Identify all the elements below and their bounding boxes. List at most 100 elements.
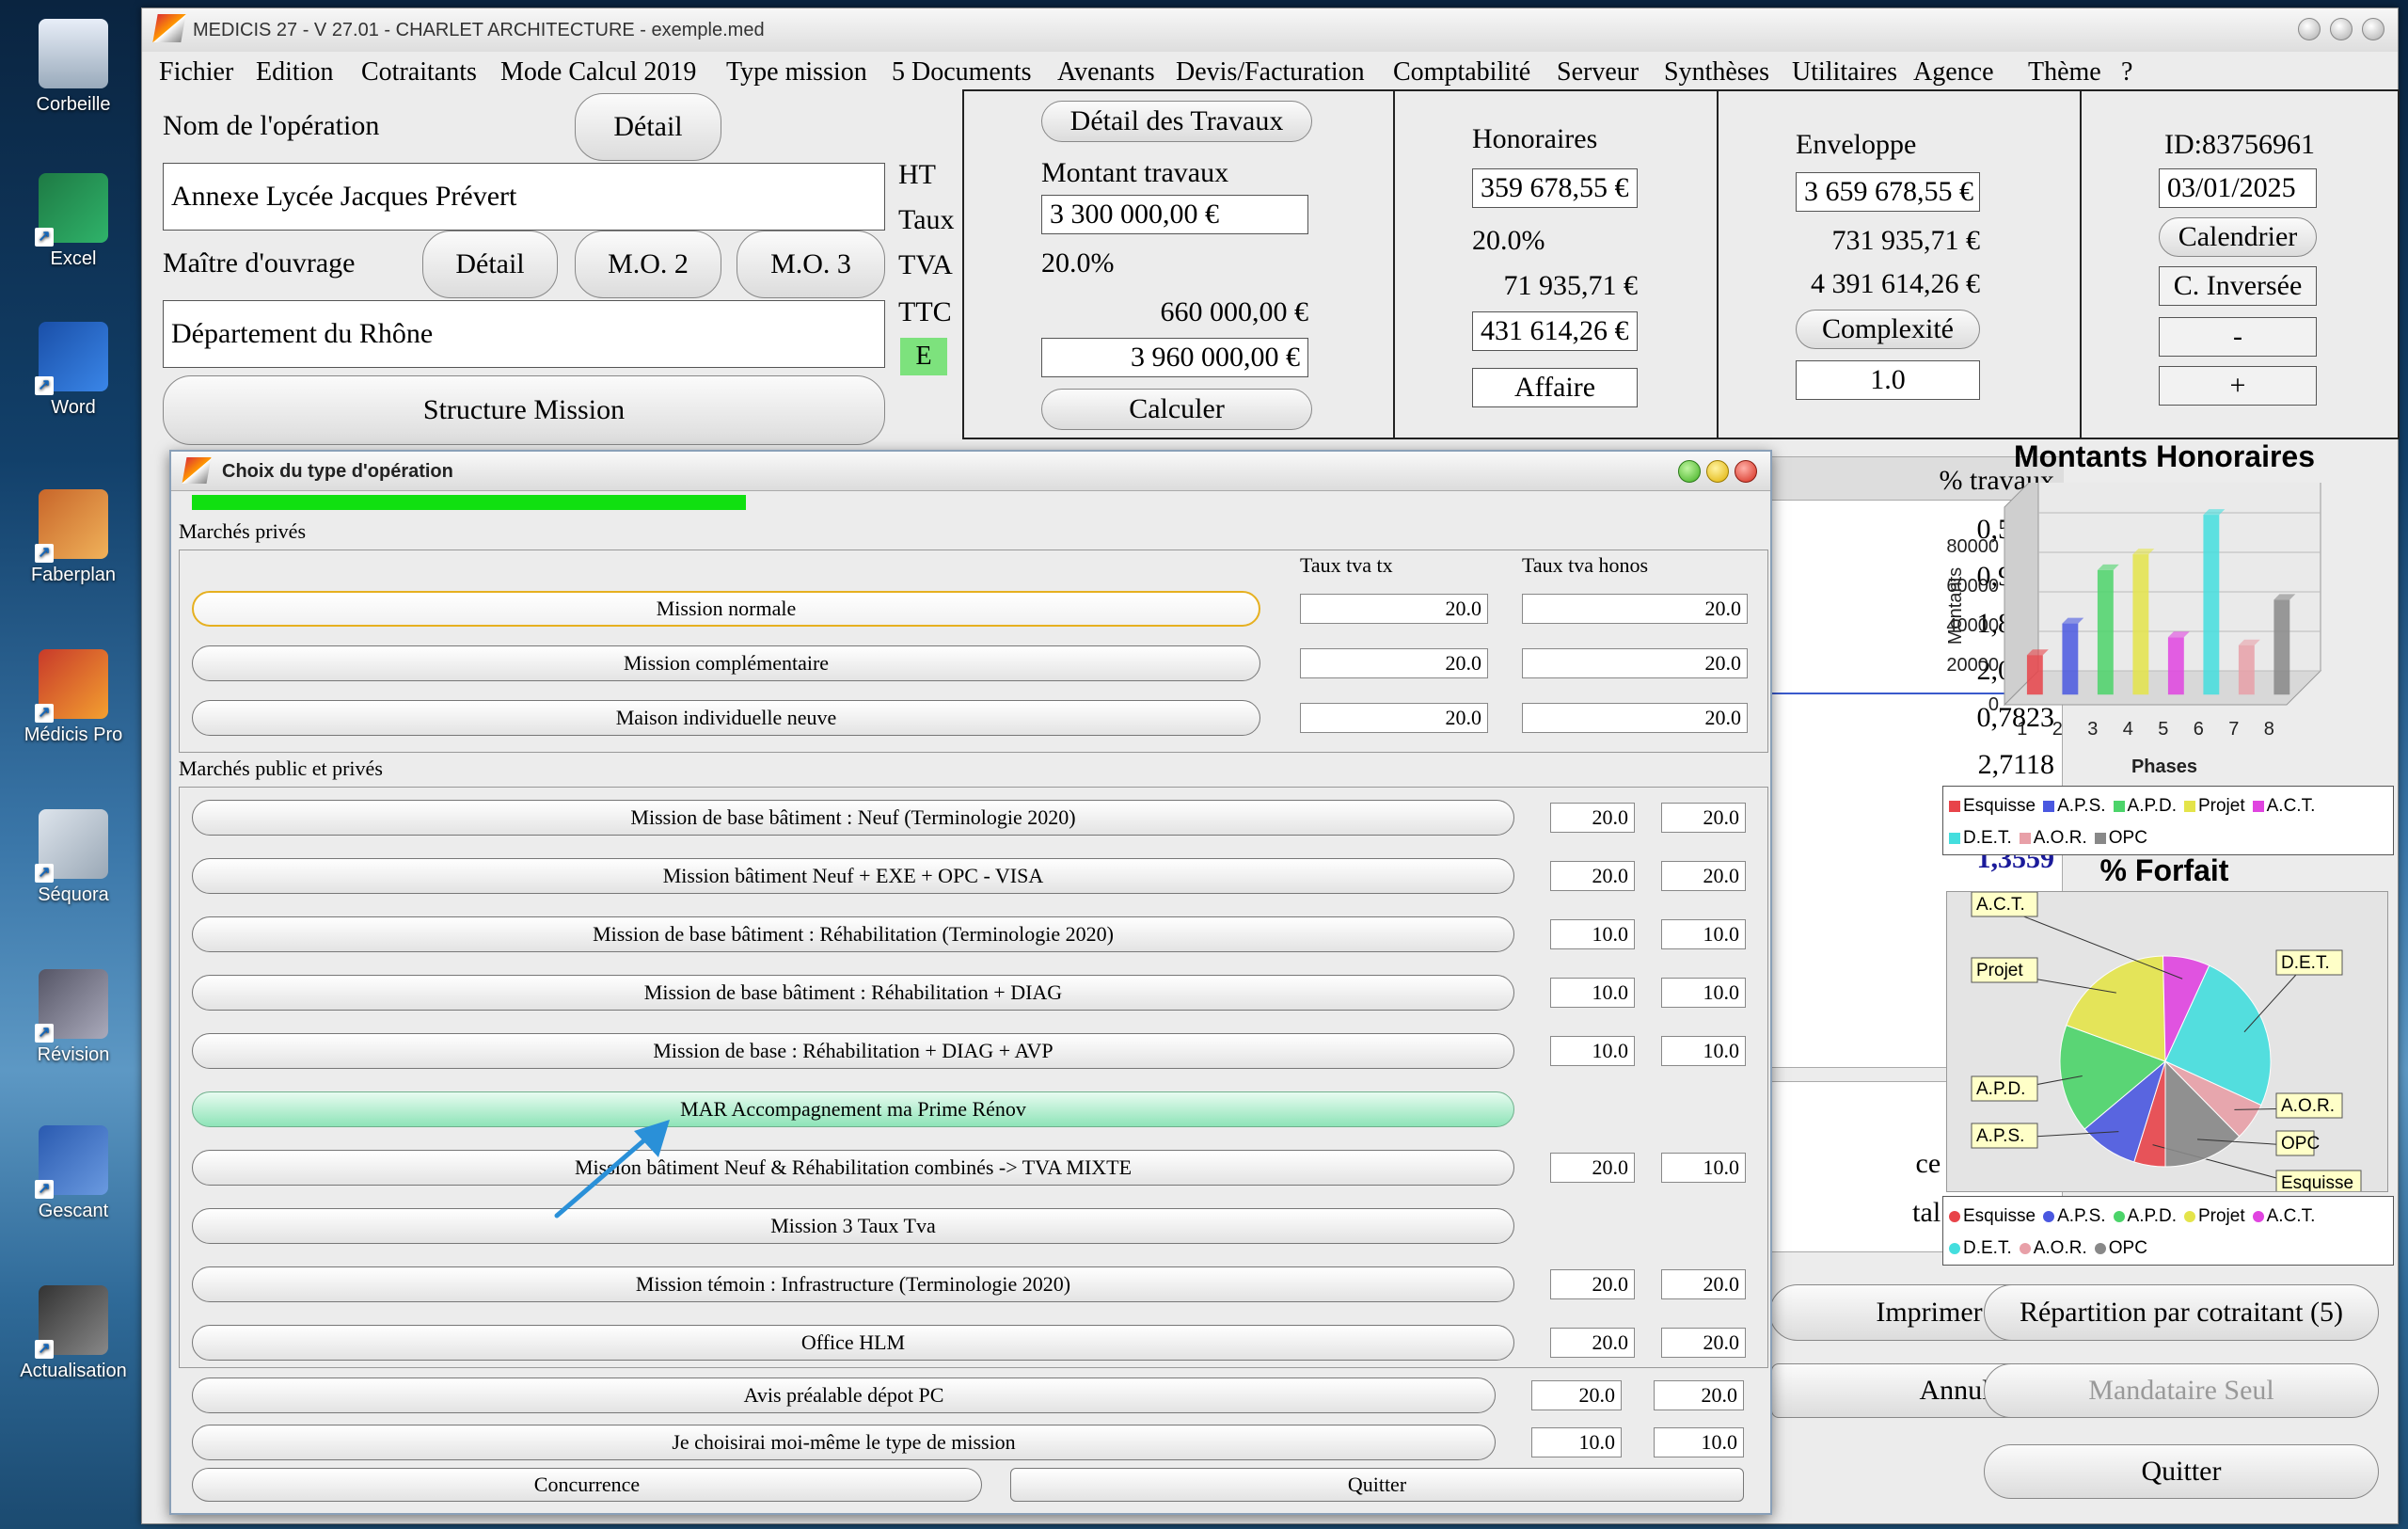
menu-item-1[interactable]: Edition <box>256 57 333 88</box>
complexite-button[interactable]: Complexité <box>1796 310 1980 349</box>
owner-detail-button[interactable]: Détail <box>422 231 558 298</box>
shortcut-arrow-icon: ↗ <box>35 376 54 395</box>
affaire-button[interactable]: Affaire <box>1472 368 1638 407</box>
mission-type-button[interactable]: Office HLM <box>192 1325 1514 1361</box>
menu-item-5[interactable]: 5 Documents <box>892 57 1032 88</box>
date-input[interactable]: 03/01/2025 <box>2159 168 2317 208</box>
minus-button[interactable]: - <box>2159 317 2317 357</box>
plus-button[interactable]: + <box>2159 366 2317 406</box>
close-button[interactable] <box>2362 18 2384 40</box>
mission-type-button[interactable]: Mission de base : Réhabilitation + DIAG … <box>192 1033 1514 1069</box>
mission-type-button[interactable]: Mission 3 Taux Tva <box>192 1208 1514 1244</box>
taux-tva-honos-input[interactable]: 20.0 <box>1522 703 1748 733</box>
honoraires-ht-input[interactable]: 359 678,55 € <box>1472 168 1638 208</box>
mission-type-button[interactable]: Mission complémentaire <box>192 645 1260 681</box>
x-tick-label: 4 <box>2123 719 2133 740</box>
mission-type-button[interactable]: Mission bâtiment Neuf & Réhabilitation c… <box>192 1150 1514 1186</box>
desktop-medicis-pro-shortcut[interactable]: ↗ Médicis Pro <box>8 649 139 746</box>
taux-tva-tx-input[interactable]: 20.0 <box>1300 703 1488 733</box>
taux-tva-honos-input[interactable]: 20.0 <box>1522 648 1748 678</box>
mission-type-button[interactable]: Mission bâtiment Neuf + EXE + OPC - VISA <box>192 858 1514 894</box>
enveloppe-ht-input[interactable]: 3 659 678,55 € <box>1796 172 1980 212</box>
concurrence-button[interactable]: Concurrence <box>192 1468 982 1502</box>
menu-item-11[interactable]: Utilitaires <box>1792 57 1897 88</box>
mo3-button[interactable]: M.O. 3 <box>737 231 885 298</box>
mission-type-button[interactable]: Maison individuelle neuve <box>192 700 1260 736</box>
taux-tva-honos-input[interactable]: 20.0 <box>1661 1269 1746 1299</box>
mission-type-button[interactable]: Mission de base bâtiment : Neuf (Termino… <box>192 800 1514 836</box>
taux-tva-tx-input[interactable]: 20.0 <box>1550 1153 1635 1183</box>
taux-tva-honos-input[interactable]: 10.0 <box>1661 1036 1746 1066</box>
montant-travaux-input[interactable]: 3 300 000,00 € <box>1041 195 1308 234</box>
quitter-main-button[interactable]: Quitter <box>1984 1444 2379 1499</box>
taux-tva-tx-input[interactable]: 20.0 <box>1550 1328 1635 1358</box>
taux-tva-tx-input[interactable]: 20.0 <box>1550 1269 1635 1299</box>
desktop-revision-shortcut[interactable]: ↗ Révision <box>8 969 139 1066</box>
taux-tva-tx-input[interactable]: 10.0 <box>1550 978 1635 1008</box>
mission-type-button[interactable]: Mission de base bâtiment : Réhabilitatio… <box>192 975 1514 1011</box>
minimize-button[interactable] <box>2298 18 2321 40</box>
taux-tva-honos-input[interactable]: 10.0 <box>1654 1427 1744 1457</box>
owner-input[interactable]: Département du Rhône <box>163 300 885 368</box>
menu-item-3[interactable]: Mode Calcul 2019 <box>500 57 696 88</box>
taux-tva-honos-input[interactable]: 20.0 <box>1661 861 1746 891</box>
taux-tva-honos-input[interactable]: 20.0 <box>1522 594 1748 624</box>
complexite-input[interactable]: 1.0 <box>1796 360 1980 400</box>
dialog-quitter-button[interactable]: Quitter <box>1010 1468 1744 1502</box>
taux-tva-tx-input[interactable]: 20.0 <box>1550 861 1635 891</box>
menu-item-8[interactable]: Comptabilité <box>1393 57 1530 88</box>
taux-tva-honos-input[interactable]: 20.0 <box>1661 1328 1746 1358</box>
taux-tva-honos-input[interactable]: 10.0 <box>1661 919 1746 949</box>
menu-item-10[interactable]: Synthèses <box>1664 57 1769 88</box>
taux-tva-tx-input[interactable]: 10.0 <box>1531 1427 1622 1457</box>
mission-type-button[interactable]: Mission normale <box>192 591 1260 627</box>
taux-tva-tx-input[interactable]: 10.0 <box>1550 1036 1635 1066</box>
mission-type-button[interactable]: Mission témoin : Infrastructure (Termino… <box>192 1266 1514 1302</box>
desktop-recycle-bin-shortcut[interactable]: Corbeille <box>8 19 139 116</box>
desktop-actualisation-shortcut[interactable]: ↗ Actualisation <box>8 1285 139 1382</box>
dialog-close-button[interactable] <box>1735 460 1757 483</box>
operation-detail-button[interactable]: Détail <box>575 93 721 161</box>
repartition-button[interactable]: Répartition par cotraitant (5) <box>1984 1284 2379 1341</box>
menu-item-13[interactable]: Thème <box>2028 57 2101 88</box>
taux-tva-honos-input[interactable]: 10.0 <box>1661 1153 1746 1183</box>
mission-type-button[interactable]: MAR Accompagnement ma Prime Rénov <box>192 1091 1514 1127</box>
menu-item-7[interactable]: Devis/Facturation <box>1176 57 1365 88</box>
c-inversee-button[interactable]: C. Inversée <box>2159 266 2317 306</box>
taux-tva-tx-input[interactable]: 20.0 <box>1550 803 1635 833</box>
menu-item-12[interactable]: Agence <box>1913 57 1994 88</box>
operation-name-input[interactable]: Annexe Lycée Jacques Prévert <box>163 163 885 231</box>
desktop-word-shortcut[interactable]: ↗ Word <box>8 322 139 419</box>
mission-type-button[interactable]: Mission de base bâtiment : Réhabilitatio… <box>192 916 1514 952</box>
menu-item-6[interactable]: Avenants <box>1057 57 1155 88</box>
taux-tva-tx-input[interactable]: 10.0 <box>1550 919 1635 949</box>
travaux-ttc-input[interactable]: 3 960 000,00 € <box>1041 338 1308 377</box>
menu-item-2[interactable]: Cotraitants <box>361 57 477 88</box>
mission-type-button[interactable]: Avis préalable dépot PC <box>192 1378 1496 1413</box>
structure-mission-button[interactable]: Structure Mission <box>163 375 885 445</box>
taux-tva-honos-input[interactable]: 10.0 <box>1661 978 1746 1008</box>
taux-tva-tx-input[interactable]: 20.0 <box>1531 1380 1622 1410</box>
menu-item-9[interactable]: Serveur <box>1557 57 1639 88</box>
taux-tva-tx-input[interactable]: 20.0 <box>1300 648 1488 678</box>
desktop-sequora-shortcut[interactable]: ↗ Séquora <box>8 809 139 906</box>
menu-item-14[interactable]: ? <box>2121 57 2132 88</box>
taux-tva-honos-input[interactable]: 20.0 <box>1654 1380 1744 1410</box>
detail-travaux-button[interactable]: Détail des Travaux <box>1041 101 1312 142</box>
dialog-minimize-button[interactable] <box>1706 460 1729 483</box>
menu-item-4[interactable]: Type mission <box>726 57 867 88</box>
mission-type-button[interactable]: Je choisirai moi-même le type de mission <box>192 1425 1496 1460</box>
mo2-button[interactable]: M.O. 2 <box>575 231 721 298</box>
menu-item-0[interactable]: Fichier <box>159 57 233 88</box>
taux-tva-honos-input[interactable]: 20.0 <box>1661 803 1746 833</box>
mandataire-seul-button[interactable]: Mandataire Seul <box>1984 1363 2379 1418</box>
desktop-excel-shortcut[interactable]: ↗ Excel <box>8 173 139 270</box>
desktop-gescant-shortcut[interactable]: ↗ Gescant <box>8 1125 139 1222</box>
calendrier-button[interactable]: Calendrier <box>2159 217 2317 257</box>
honoraires-ttc-input[interactable]: 431 614,26 € <box>1472 311 1638 351</box>
taux-tva-tx-input[interactable]: 20.0 <box>1300 594 1488 624</box>
maximize-button[interactable] <box>2330 18 2353 40</box>
desktop-faberplan-shortcut[interactable]: ↗ Faberplan <box>8 489 139 586</box>
dialog-zoom-button[interactable] <box>1678 460 1701 483</box>
calculer-button[interactable]: Calculer <box>1041 389 1312 430</box>
